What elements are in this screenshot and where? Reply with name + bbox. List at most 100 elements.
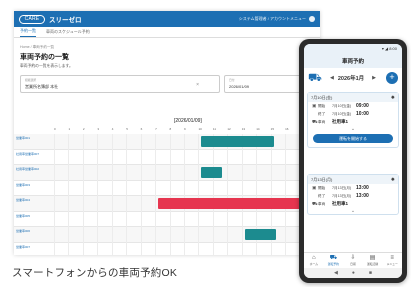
vehicle-label[interactable]: 社用車営業車007	[16, 152, 50, 157]
user-menu-label: システム管理者 / アカウントメニュー	[238, 16, 306, 21]
home-icon: ⌂	[311, 255, 316, 261]
chevron-down-icon[interactable]: ⌄	[308, 126, 398, 132]
hour-gridline	[97, 134, 99, 255]
vehicle-label[interactable]: 営業車005	[16, 214, 50, 219]
nav-label: 運転記録	[366, 262, 379, 266]
row-time: 10:00	[356, 111, 369, 117]
vehicle-label[interactable]: 営業車003	[16, 183, 50, 188]
row-label: 開始	[318, 103, 326, 108]
gantt-row: 営業車005	[14, 212, 314, 227]
hour-label: 9	[184, 127, 186, 131]
row-date: 7月10日(金)	[332, 103, 352, 108]
reservation-end-row: 終了 7月13日(月) 13:00	[308, 192, 398, 200]
desktop-window: CARE スリーゼロ システム管理者 / アカウントメニュー 予約一覧 車両のス…	[14, 11, 320, 255]
hour-label: 10	[198, 127, 202, 131]
reservation-end-row: 終了 7月10日(金) 10:00	[308, 110, 398, 118]
hour-label: 4	[111, 127, 114, 131]
vehicle-label[interactable]: 営業車007	[16, 245, 50, 250]
hour-label: 12	[227, 127, 231, 131]
reservation-start-row: ▣ 開始 7月10日(金) 09:00	[308, 102, 398, 110]
nav-home[interactable]: ⌂ ホーム	[304, 253, 324, 268]
hour-gridline	[54, 134, 55, 255]
reservation-bar[interactable]	[244, 229, 277, 240]
row-date: 7月13日(月)	[332, 193, 352, 198]
clear-icon[interactable]: ×	[196, 82, 199, 88]
reservation-card-header: 7月13日(月) ✹	[308, 175, 398, 184]
app-logo: CARE	[19, 14, 45, 24]
reservation-card[interactable]: 7月10日(金) ✹ ▣ 開始 7月10日(金) 09:00 終了 7月10日(…	[307, 92, 399, 148]
user-icon	[309, 16, 315, 22]
row-label: 車両	[318, 201, 326, 206]
system-nav-bar: ◀ ● ■	[304, 268, 402, 278]
row-time: 13:00	[356, 185, 369, 191]
vehicle-name: 社用車1	[332, 119, 349, 124]
nav-label: 運転予約	[327, 262, 339, 266]
user-menu[interactable]: システム管理者 / アカウントメニュー	[239, 16, 315, 22]
nav-report[interactable]: ⇩ 日報	[343, 253, 363, 268]
row-time: 09:00	[356, 103, 369, 109]
add-reservation-button[interactable]: +	[386, 72, 398, 84]
hour-gridline	[198, 134, 200, 255]
vehicle-label[interactable]: 社用車営業車002	[16, 167, 50, 172]
hour-label: 6	[140, 127, 143, 131]
reservation-card[interactable]: 7月13日(月) ✹ ▣ 開始 7月13日(月) 13:00 終了 7月13日(…	[307, 174, 399, 215]
organization-select-value: 営業所名簿部 本社	[25, 84, 59, 89]
gantt-hour-axis: 01234567891011121314151617	[54, 127, 314, 133]
vehicle-label[interactable]: 営業車006	[16, 229, 50, 234]
gear-icon[interactable]: ✹	[391, 177, 395, 183]
hour-gridline	[68, 134, 70, 255]
reservation-vehicle-row: ⛟ 車両 社用車1	[308, 118, 398, 126]
hour-gridline	[82, 134, 84, 255]
nav-menu[interactable]: ≡ メニュー	[382, 253, 402, 268]
reservation-bar[interactable]	[158, 198, 314, 209]
start-driving-button[interactable]: 運転を開始する	[313, 134, 393, 143]
back-icon[interactable]: ◀	[334, 270, 338, 276]
hour-gridline	[111, 134, 113, 255]
row-label: 終了	[318, 111, 326, 116]
nav-log[interactable]: ▤ 運転記録	[363, 253, 383, 268]
hour-gridline	[155, 134, 157, 255]
reservation-date: 7月13日(月)	[311, 176, 333, 182]
reservation-start-row: ▣ 開始 7月13日(月) 13:00	[308, 184, 398, 192]
gear-icon[interactable]: ✹	[391, 95, 395, 101]
reservation-card-header: 7月10日(金) ✹	[308, 93, 398, 102]
hour-label: 8	[169, 127, 172, 131]
caption: スマートフォンからの車両予約OK	[12, 267, 178, 279]
recents-icon[interactable]: ■	[369, 270, 372, 276]
hour-gridline	[212, 134, 214, 255]
gantt-row: 社用車営業車007	[14, 150, 314, 165]
hour-gridline	[140, 134, 142, 255]
reservation-bar[interactable]	[201, 136, 274, 147]
gantt-row: 社用車営業車002	[14, 165, 314, 181]
page-description: 車両予約の一覧を表示します。	[20, 64, 73, 68]
hour-gridline	[184, 134, 185, 255]
organization-select[interactable]: 組織選択 営業所名簿部 本社 ×	[20, 75, 220, 93]
home-button-icon[interactable]: ●	[352, 270, 355, 276]
hour-label: 15	[270, 127, 274, 131]
next-month-icon[interactable]: ▶	[372, 75, 376, 81]
reservation-bar[interactable]	[201, 167, 222, 178]
tab-reservation-list[interactable]: 予約一覧	[20, 28, 36, 37]
hour-gridline	[241, 134, 243, 255]
phone-screen: ▾ ◢ 8:00 車両予約 ⛟ ◀ 2026年1月 ▶ + 7月10日(金) ✹…	[304, 44, 402, 278]
page-title: 車両予約の一覧	[20, 54, 69, 61]
gantt-grid: 営業車001 社用車営業車007 社用車営業車002 営業車003 営業車004 営業車0…	[14, 134, 315, 255]
hour-gridline	[285, 134, 287, 255]
nav-reservation[interactable]: ⛟ 運転予約	[324, 253, 344, 268]
hour-gridline	[227, 134, 229, 255]
filter-bar: 組織選択 営業所名簿部 本社 × 日付 2026/01/09	[14, 75, 320, 97]
row-label: 開始	[318, 185, 326, 190]
hour-label: 14	[256, 127, 260, 131]
tab-schedule[interactable]: 車両のスケジュール予約	[46, 29, 90, 37]
vehicle-label[interactable]: 営業車001	[16, 136, 50, 141]
row-date: 7月13日(月)	[332, 185, 352, 190]
chevron-down-icon[interactable]: ⌄	[308, 208, 398, 214]
hour-gridline	[126, 134, 128, 255]
row-date: 7月10日(金)	[332, 111, 352, 116]
hour-label: 5	[126, 127, 128, 131]
hour-label: 7	[155, 127, 157, 131]
prev-month-icon[interactable]: ◀	[330, 75, 334, 81]
menu-icon: ≡	[390, 255, 394, 261]
current-month: 2026年1月	[337, 76, 365, 82]
vehicle-label[interactable]: 営業車004	[16, 198, 50, 203]
